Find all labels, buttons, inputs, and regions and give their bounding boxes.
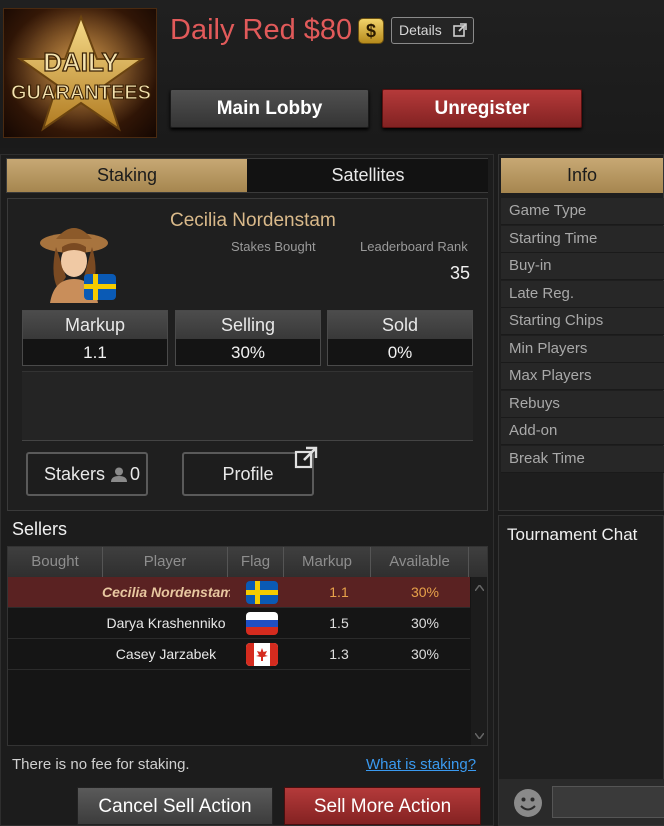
details-button[interactable]: Details (391, 17, 474, 44)
info-max-players: Max Players (501, 363, 664, 390)
selling-label: Selling (176, 311, 320, 339)
seller-player: Darya Krashenniko (106, 615, 226, 631)
info-game-type: Game Type (501, 198, 664, 225)
info-min-players: Min Players (501, 336, 664, 363)
stakers-label: Stakers (44, 464, 106, 484)
info-break-time: Break Time (501, 446, 664, 473)
leaderboard-rank-label: Leaderboard Rank (360, 239, 468, 254)
info-buy-in: Buy-in (501, 253, 664, 280)
svg-text:GUARANTEES: GUARANTEES (11, 82, 151, 104)
sweden-flag-icon (84, 274, 116, 300)
stakers-count: 0 (130, 464, 141, 484)
tournament-chat-panel: Tournament Chat (498, 515, 664, 826)
daily-guarantees-logo: DAILY GUARANTEES (3, 8, 157, 138)
info-starting-chips: Starting Chips (501, 308, 664, 335)
cancel-sell-action-button[interactable]: Cancel Sell Action (77, 787, 273, 825)
no-fee-notice: There is no fee for staking. (12, 756, 190, 773)
scroll-up-icon[interactable] (475, 585, 484, 591)
info-starting-time: Starting Time (501, 226, 664, 253)
seller-markup: 1.1 (329, 584, 349, 600)
tab-bar: Staking Satellites (6, 158, 488, 193)
markup-stat: Markup 1.1 (22, 310, 168, 366)
chat-input-bar (499, 779, 664, 825)
seller-available: 30% (410, 615, 440, 631)
profile-button[interactable]: Profile (182, 446, 318, 496)
stakes-bought-label: Stakes Bought (231, 239, 316, 254)
tab-satellites[interactable]: Satellites (248, 159, 488, 192)
sellers-heading: Sellers (12, 519, 68, 539)
table-row[interactable]: Casey Jarzabek 1.3 30% (8, 639, 470, 670)
seller-markup: 1.5 (329, 615, 349, 631)
staker-card: Cecilia Nordenstam Stakes Bought Leaderb… (7, 198, 488, 511)
svg-text:DAILY: DAILY (43, 47, 119, 77)
seller-available: 30% (410, 646, 440, 662)
external-link-icon (453, 23, 467, 37)
dollar-icon: $ (358, 18, 384, 44)
staking-panel: Staking Satellites Cecilia Nordenstam St… (0, 154, 494, 826)
column-flag[interactable]: Flag (228, 547, 284, 577)
table-row[interactable]: Darya Krashenniko 1.5 30% (8, 608, 470, 639)
column-markup[interactable]: Markup (284, 547, 371, 577)
leaderboard-rank-value: 35 (449, 263, 470, 283)
details-label: Details (399, 22, 442, 38)
staker-details-area (22, 371, 473, 441)
chat-title: Tournament Chat (507, 525, 638, 544)
seller-available: 30% (410, 584, 440, 600)
info-add-on: Add-on (501, 418, 664, 445)
sweden-flag-icon (244, 577, 280, 608)
sellers-table: Bought Player Flag Markup Available Ceci… (7, 546, 488, 746)
emoji-smiley-icon[interactable] (513, 788, 543, 818)
seller-player: Casey Jarzabek (115, 646, 217, 662)
column-bought[interactable]: Bought (8, 547, 103, 577)
canada-flag-icon (244, 639, 280, 670)
column-available[interactable]: Available (371, 547, 469, 577)
table-header: Bought Player Flag Markup Available (8, 547, 487, 577)
sell-more-action-button[interactable]: Sell More Action (284, 787, 481, 825)
markup-label: Markup (23, 311, 167, 339)
seller-player: Cecilia Nordenstam (102, 584, 230, 600)
main-lobby-button[interactable]: Main Lobby (170, 89, 369, 128)
selling-stat: Selling 30% (175, 310, 321, 366)
what-is-staking-link[interactable]: What is staking? (366, 756, 476, 773)
player-name: Cecilia Nordenstam (170, 210, 336, 231)
info-sidebar: Info Game Type Starting Time Buy-in Late… (498, 154, 664, 826)
unregister-button[interactable]: Unregister (382, 89, 582, 128)
info-panel: Info Game Type Starting Time Buy-in Late… (498, 154, 664, 511)
profile-label: Profile (222, 464, 274, 484)
tournament-title: Daily Red $80 (170, 14, 353, 46)
russia-flag-icon (244, 608, 280, 639)
sellers-scrollbar[interactable] (471, 577, 487, 745)
external-link-icon (294, 446, 318, 469)
column-player[interactable]: Player (103, 547, 228, 577)
scroll-down-icon[interactable] (475, 733, 484, 739)
chat-message-input[interactable] (552, 786, 664, 818)
tab-info[interactable]: Info (501, 158, 663, 193)
info-rebuys: Rebuys (501, 391, 664, 418)
seller-markup: 1.3 (329, 646, 349, 662)
sold-label: Sold (328, 311, 472, 339)
table-row[interactable]: Cecilia Nordenstam 1.1 30% (8, 577, 470, 608)
sold-stat: Sold 0% (327, 310, 473, 366)
stakers-button[interactable]: Stakers 0 (26, 452, 148, 496)
info-late-reg: Late Reg. (501, 281, 664, 308)
tab-staking[interactable]: Staking (7, 159, 247, 192)
person-icon (111, 467, 127, 482)
selling-value: 30% (230, 343, 266, 362)
markup-value: 1.1 (83, 343, 107, 362)
sold-value: 0% (387, 343, 413, 362)
tournament-header: DAILY GUARANTEES Daily Red $80 $ Details… (0, 0, 664, 148)
